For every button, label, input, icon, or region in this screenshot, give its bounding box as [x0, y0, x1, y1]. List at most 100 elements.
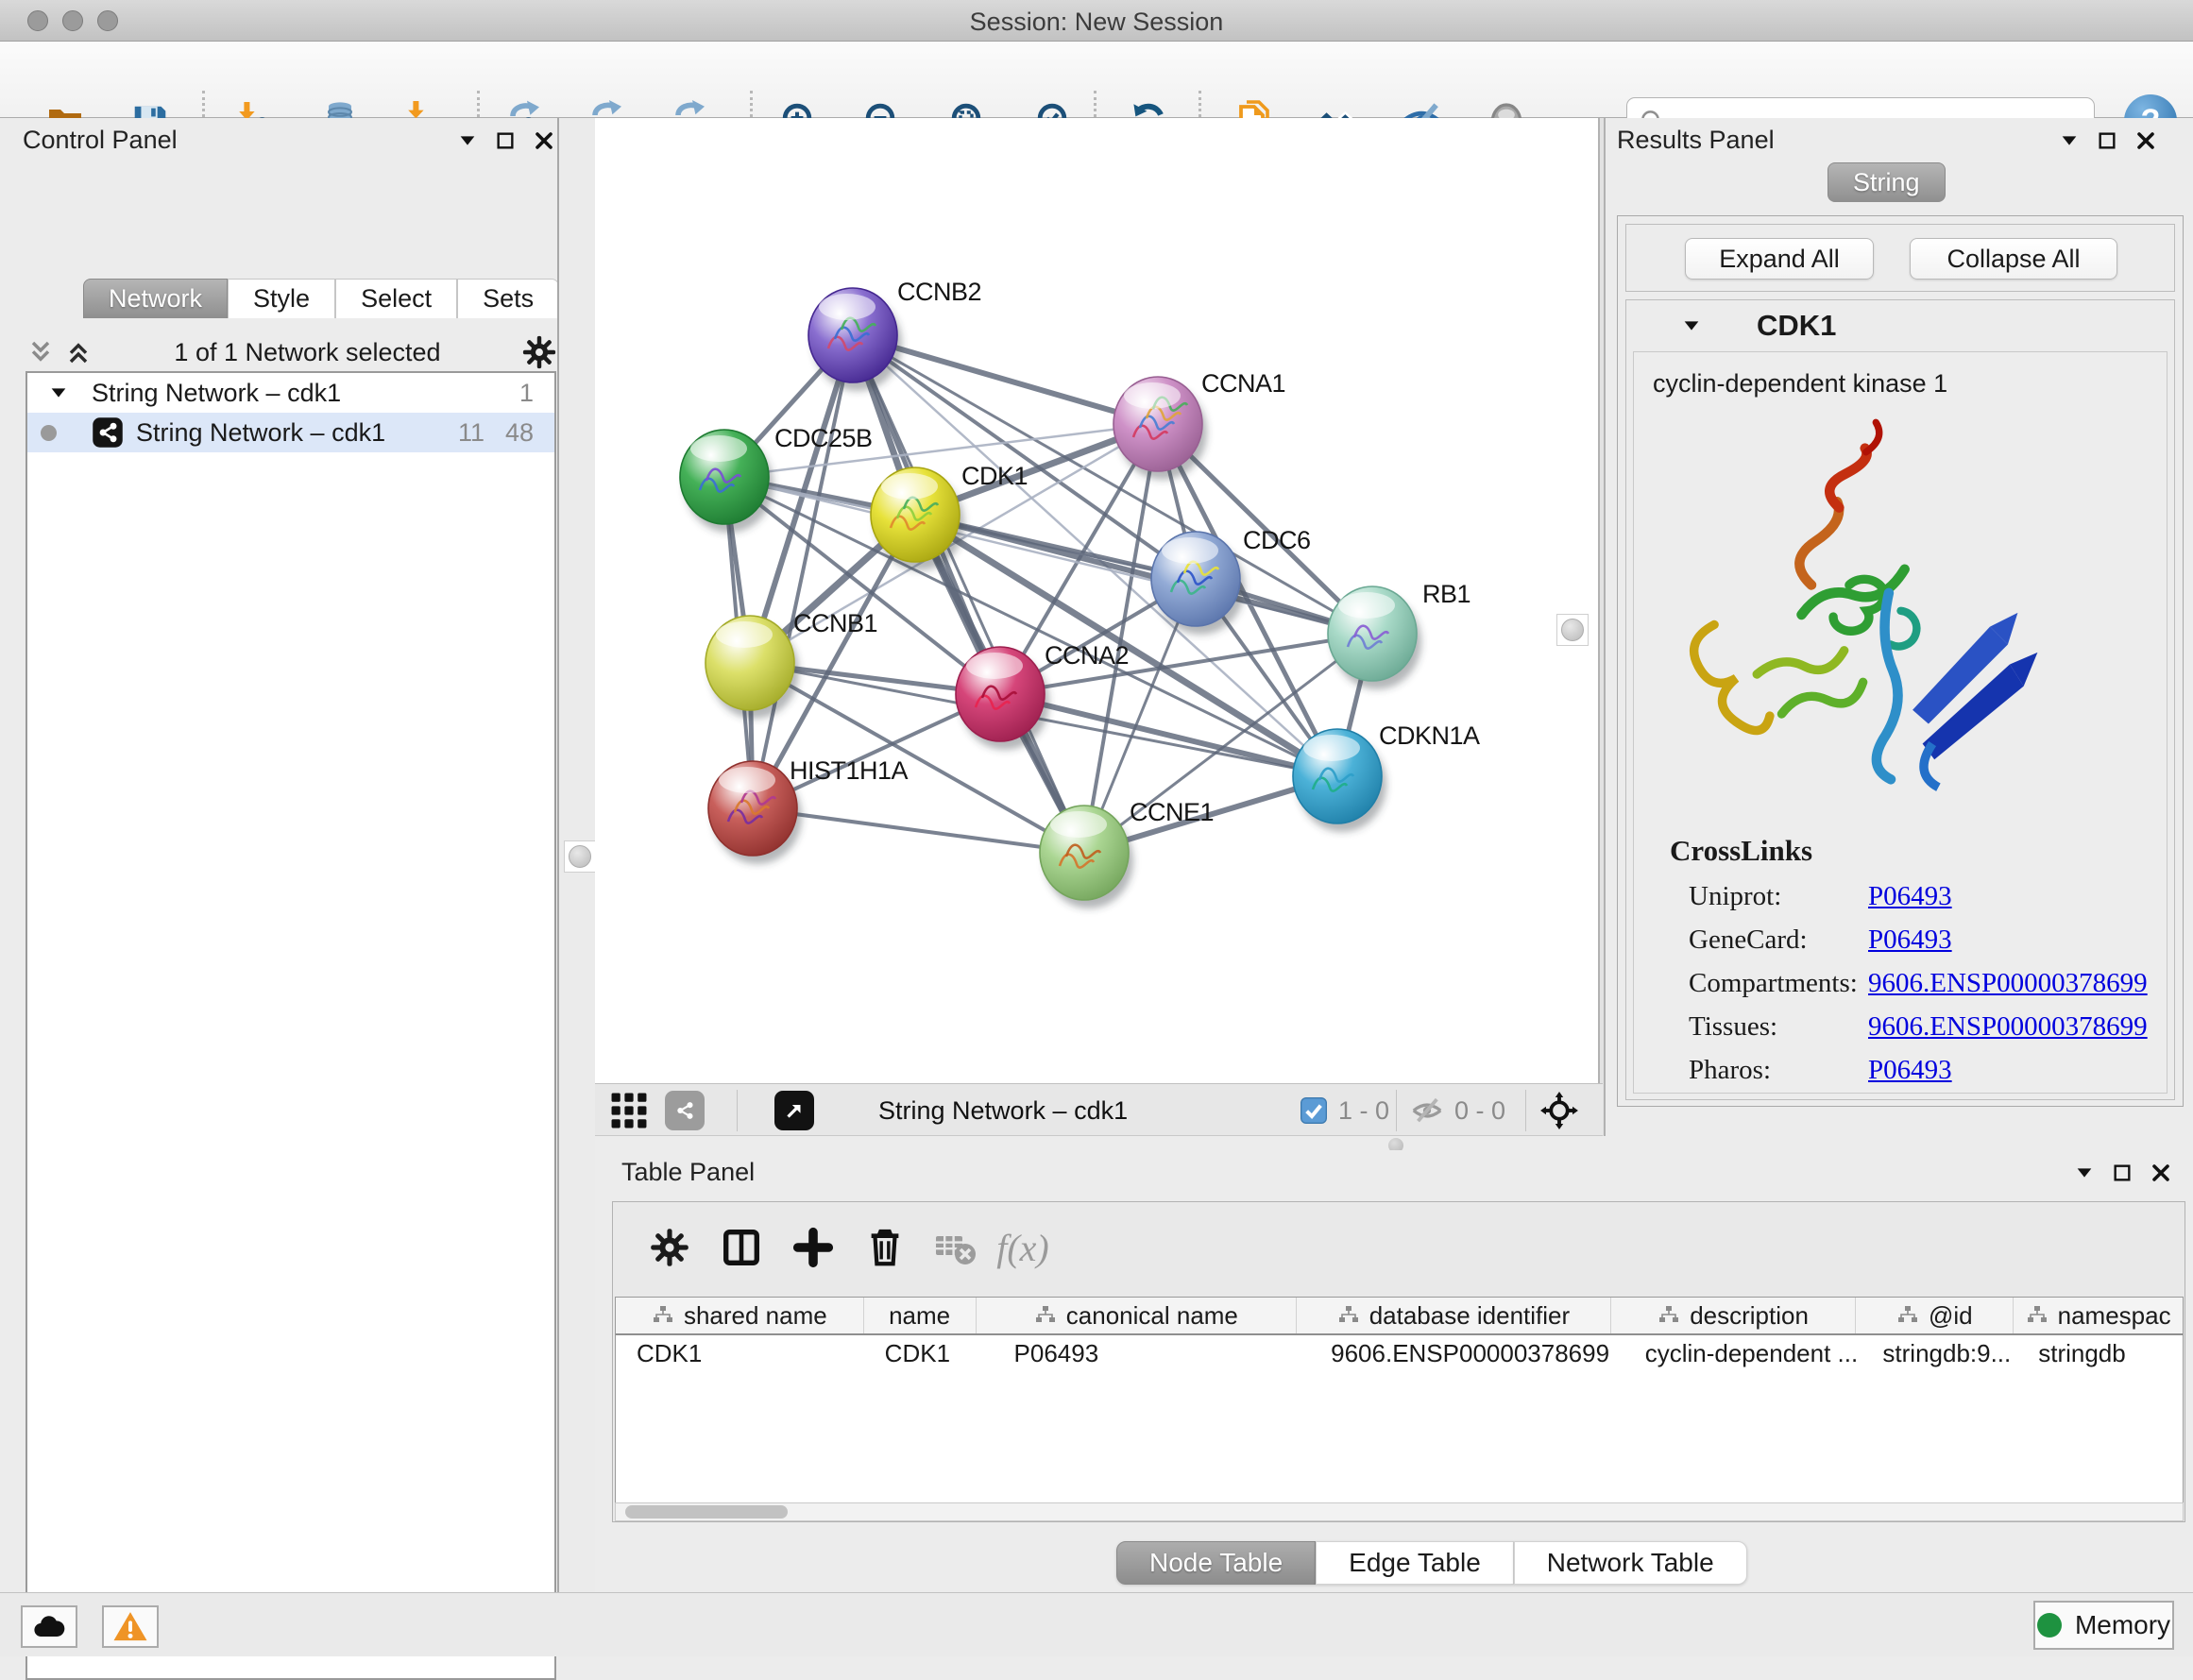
- birds-eye-view-button[interactable]: [774, 1092, 814, 1129]
- collapse-all-button[interactable]: Collapse All: [1910, 238, 2117, 280]
- tab-select[interactable]: Select: [335, 279, 457, 318]
- memory-button[interactable]: Memory: [2033, 1601, 2174, 1650]
- tissues-link[interactable]: 9606.ENSP00000378699: [1868, 1011, 2148, 1043]
- column-header[interactable]: name: [864, 1298, 977, 1333]
- panel-close-icon[interactable]: [2150, 1162, 2172, 1184]
- table-tabs: Node Table Edge Table Network Table: [1116, 1541, 1747, 1585]
- delete-column-button[interactable]: [857, 1219, 913, 1276]
- share-icon: [672, 1097, 698, 1124]
- network-row[interactable]: String Network – cdk1 11 48: [27, 413, 554, 452]
- tab-sets[interactable]: Sets: [457, 279, 559, 318]
- pan-tool-button[interactable]: [1539, 1092, 1579, 1129]
- selected-checkbox-icon[interactable]: [1299, 1095, 1329, 1126]
- collapse-all-chevron-icon[interactable]: [26, 337, 56, 367]
- table-row[interactable]: CDK1 CDK1 P06493 9606.ENSP00000378699 cy…: [616, 1335, 2183, 1371]
- network-node-cdc6[interactable]: CDC6: [1151, 526, 1311, 635]
- cloud-status-button[interactable]: [21, 1605, 77, 1648]
- results-panel-title: Results Panel: [1617, 126, 1775, 155]
- panel-float-icon[interactable]: [2074, 1162, 2095, 1183]
- create-column-button[interactable]: [785, 1219, 842, 1276]
- network-selection-status: 1 of 1 Network selected: [94, 338, 521, 367]
- gene-description: cyclin-dependent kinase 1: [1653, 369, 1947, 399]
- network-canvas[interactable]: CCNB2CCNA1CDC25BCDK1CDC6RB1CCNB1CCNA2CDK…: [595, 118, 1598, 1083]
- network-collection-row[interactable]: String Network – cdk1 1: [27, 373, 554, 413]
- toolbar-separator: [737, 1090, 738, 1131]
- network-view-title: String Network – cdk1: [878, 1092, 1128, 1129]
- network-edge[interactable]: [753, 335, 853, 808]
- table-panel-title: Table Panel: [621, 1158, 755, 1187]
- panel-maximize-icon[interactable]: [495, 130, 516, 151]
- collection-expander-icon[interactable]: [48, 382, 69, 403]
- function-builder-button[interactable]: f(x): [994, 1219, 1051, 1276]
- network-node-ccne1[interactable]: CCNE1: [1040, 798, 1214, 908]
- tab-edge-table[interactable]: Edge Table: [1316, 1541, 1514, 1585]
- node-label: CDK1: [961, 462, 1028, 490]
- expand-all-chevron-icon[interactable]: [63, 337, 94, 367]
- uniprot-link[interactable]: P06493: [1868, 881, 1952, 912]
- show-columns-button[interactable]: [713, 1219, 770, 1276]
- network-node-hist1h1a[interactable]: HIST1H1A: [708, 756, 909, 864]
- network-edge[interactable]: [753, 808, 1084, 853]
- panel-close-icon[interactable]: [533, 129, 555, 152]
- tab-style[interactable]: Style: [228, 279, 335, 318]
- tree-column-icon: [1034, 1304, 1057, 1327]
- panel-close-icon[interactable]: [2134, 129, 2157, 152]
- expand-all-button[interactable]: Expand All: [1685, 238, 1874, 280]
- tab-string[interactable]: String: [1828, 162, 1946, 202]
- window-titlebar: Session: New Session: [0, 0, 2193, 42]
- collection-count: 1: [519, 379, 534, 408]
- panel-maximize-icon[interactable]: [2097, 130, 2117, 151]
- network-node-rb1[interactable]: RB1: [1328, 580, 1470, 689]
- section-expander-icon[interactable]: [1681, 315, 1702, 336]
- table-toolbar: f(x): [613, 1202, 2184, 1295]
- table-options-button[interactable]: [641, 1219, 698, 1276]
- warnings-button[interactable]: [102, 1605, 159, 1648]
- column-header[interactable]: database identifier: [1297, 1298, 1611, 1333]
- network-node-cdkn1a[interactable]: CDKN1A: [1293, 721, 1480, 832]
- cloud-icon: [30, 1608, 68, 1646]
- network-node-count: 11: [458, 418, 484, 448]
- toolbar-separator: [1396, 1090, 1397, 1131]
- view-share-button[interactable]: [665, 1092, 705, 1129]
- expand-collapse-bar: Expand All Collapse All: [1625, 224, 2175, 292]
- column-header[interactable]: shared name: [616, 1298, 864, 1333]
- compartments-link[interactable]: 9606.ENSP00000378699: [1868, 968, 2148, 999]
- network-node-cdk1[interactable]: CDK1: [871, 462, 1028, 570]
- pharos-link[interactable]: P06493: [1868, 1055, 1952, 1086]
- left-splitter-grip[interactable]: [564, 840, 596, 873]
- node-table-header: shared name name canonical name database…: [616, 1298, 2183, 1335]
- table-horizontal-scrollbar[interactable]: [615, 1502, 2184, 1521]
- delete-table-button[interactable]: [926, 1219, 983, 1276]
- control-panel-title: Control Panel: [23, 126, 178, 155]
- gear-icon: [649, 1227, 690, 1268]
- panel-float-icon[interactable]: [2059, 130, 2080, 151]
- network-node-ccna2[interactable]: CCNA2: [956, 641, 1129, 750]
- right-splitter-grip[interactable]: [1556, 614, 1589, 646]
- gene-name: CDK1: [1757, 309, 1836, 343]
- column-header[interactable]: description: [1611, 1298, 1857, 1333]
- table-panel: Table Panel f(x): [595, 1150, 2193, 1592]
- column-header[interactable]: canonical name: [977, 1298, 1298, 1333]
- network-options-gear-icon[interactable]: [521, 334, 557, 370]
- string-network-graph[interactable]: CCNB2CCNA1CDC25BCDK1CDC6RB1CCNB1CCNA2CDK…: [595, 118, 1598, 1083]
- node-label: RB1: [1422, 580, 1470, 608]
- right-splitter[interactable]: [1598, 118, 1606, 1143]
- gene-section: CDK1 cyclin-dependent kinase 1: [1625, 299, 2175, 1100]
- tab-node-table[interactable]: Node Table: [1116, 1541, 1316, 1585]
- network-label: String Network – cdk1: [136, 418, 385, 448]
- tab-network-table[interactable]: Network Table: [1514, 1541, 1747, 1585]
- tab-network[interactable]: Network: [83, 279, 228, 318]
- control-panel-tabs: Network Style Select Sets: [83, 279, 559, 318]
- column-header[interactable]: namespac: [2014, 1298, 2183, 1333]
- scrollbar-thumb[interactable]: [625, 1505, 788, 1519]
- tree-column-icon: [1337, 1304, 1360, 1327]
- node-label: CCNB1: [793, 609, 877, 637]
- view-grid-button[interactable]: [610, 1092, 648, 1129]
- panel-maximize-icon[interactable]: [2112, 1162, 2133, 1183]
- panel-float-icon[interactable]: [457, 130, 478, 151]
- column-header[interactable]: @id: [1856, 1298, 2014, 1333]
- genecard-link[interactable]: P06493: [1868, 925, 1952, 956]
- node-label: CCNA1: [1201, 369, 1285, 398]
- memory-status-dot: [2037, 1613, 2062, 1638]
- gene-section-header[interactable]: CDK1: [1626, 300, 2174, 351]
